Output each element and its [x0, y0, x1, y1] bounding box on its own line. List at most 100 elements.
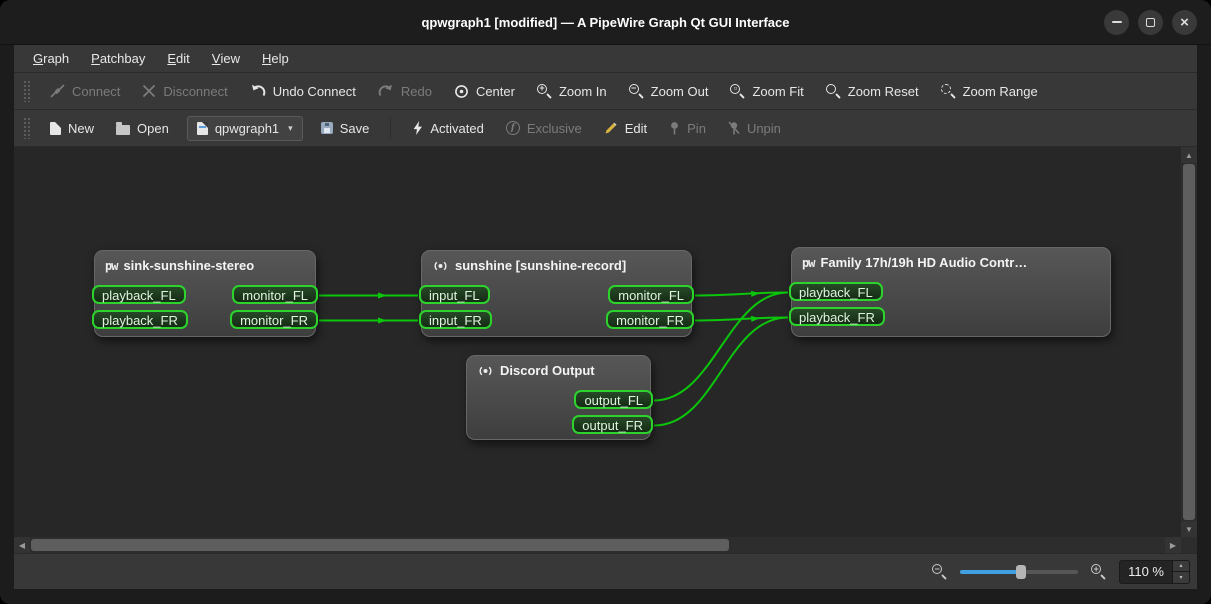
port-sink-playback-fr[interactable]: playback_FR [92, 310, 188, 329]
spin-buttons: ▴ ▾ [1172, 561, 1189, 583]
app-window: qpwgraph1 [modified] — A PipeWire Graph … [0, 0, 1211, 604]
connections-layer [14, 147, 1181, 537]
scroll-right-button[interactable]: ▶ [1165, 537, 1181, 553]
connect-icon [50, 84, 65, 98]
edit-button[interactable]: Edit [595, 115, 656, 142]
node-title: Family 17h/19h HD Audio Contr… [820, 255, 1027, 270]
zoom-out-status-icon[interactable]: − [932, 564, 947, 579]
redo-icon [378, 84, 394, 98]
zoom-percent-value[interactable]: 110 % [1120, 561, 1172, 583]
minimize-icon [1112, 21, 1122, 23]
node-header: pw sink-sunshine-stereo [95, 251, 315, 273]
spin-down-button[interactable]: ▾ [1173, 571, 1189, 583]
pipewire-icon: pw [802, 256, 814, 270]
zoom-slider-handle[interactable] [1016, 565, 1026, 579]
close-button[interactable]: × [1172, 10, 1197, 35]
port-sunshine-monitor-fl[interactable]: monitor_FL [608, 285, 694, 304]
zoom-in-status-icon[interactable]: + [1091, 564, 1106, 579]
window-controls: × [1104, 10, 1211, 35]
patchbay-file-icon [197, 122, 208, 135]
pin-button[interactable]: Pin [660, 115, 715, 142]
menu-help[interactable]: Help [251, 45, 300, 72]
zoom-fit-button[interactable]: ▫ Zoom Fit [721, 78, 812, 105]
center-button[interactable]: Center [445, 78, 524, 105]
center-icon [454, 84, 469, 99]
port-family-playback-fl[interactable]: playback_FL [789, 282, 883, 301]
window-body: Graph Patchbay Edit View Help Connect Di… [0, 45, 1211, 604]
link-arrow [378, 293, 387, 299]
unpin-icon [728, 121, 740, 135]
undo-connect-button[interactable]: Undo Connect [241, 78, 365, 105]
pipewire-icon: pw [105, 259, 117, 273]
activated-button[interactable]: Activated [403, 115, 492, 142]
open-folder-icon [116, 125, 130, 135]
maximize-icon [1146, 18, 1155, 27]
vertical-scrollbar-thumb[interactable] [1183, 164, 1195, 520]
port-discord-output-fl[interactable]: output_FL [574, 390, 653, 409]
toolbar-drag-handle[interactable] [23, 80, 30, 102]
zoom-reset-button[interactable]: Zoom Reset [817, 78, 928, 105]
port-sink-playback-fl[interactable]: playback_FL [92, 285, 186, 304]
disconnect-button[interactable]: Disconnect [133, 78, 236, 105]
zoom-out-icon: − [629, 84, 644, 99]
spin-up-button[interactable]: ▴ [1173, 561, 1189, 572]
menu-view[interactable]: View [201, 45, 251, 72]
port-sunshine-input-fl[interactable]: input_FL [419, 285, 490, 304]
menu-graph[interactable]: Graph [22, 45, 80, 72]
disconnect-icon [142, 84, 156, 98]
canvas-row: pw sink-sunshine-stereo playback_FL play… [14, 147, 1197, 537]
horizontal-scrollbar[interactable]: ◀ ▶ [14, 537, 1181, 553]
audio-device-icon [477, 364, 494, 378]
new-button[interactable]: New [41, 115, 103, 142]
port-sink-monitor-fr[interactable]: monitor_FR [230, 310, 318, 329]
connect-button[interactable]: Connect [41, 78, 129, 105]
port-family-playback-fr[interactable]: playback_FR [789, 307, 885, 326]
zoom-in-button[interactable]: + Zoom In [528, 78, 616, 105]
lightning-icon [412, 121, 423, 135]
minimize-button[interactable] [1104, 10, 1129, 35]
menu-edit[interactable]: Edit [156, 45, 200, 72]
zoom-slider-fill [960, 570, 1020, 574]
zoom-slider[interactable] [960, 562, 1078, 582]
redo-button[interactable]: Redo [369, 78, 441, 105]
node-header: Discord Output [467, 356, 650, 378]
menu-bar: Graph Patchbay Edit View Help [14, 45, 1197, 73]
link-arrow [378, 318, 387, 324]
toolbar-drag-handle-2[interactable] [23, 117, 30, 139]
exclusive-button[interactable]: f Exclusive [497, 115, 591, 142]
zoom-out-button[interactable]: − Zoom Out [620, 78, 718, 105]
zoom-percent-spinbox[interactable]: 110 % ▴ ▾ [1119, 560, 1190, 584]
port-sink-monitor-fl[interactable]: monitor_FL [232, 285, 318, 304]
scroll-down-button[interactable]: ▼ [1181, 521, 1197, 537]
audio-device-icon [432, 259, 449, 273]
scroll-left-button[interactable]: ◀ [14, 537, 30, 553]
node-header: pw Family 17h/19h HD Audio Contr… [792, 248, 1110, 270]
pin-icon [669, 121, 680, 135]
zoom-range-button[interactable]: Zoom Range [932, 78, 1047, 105]
node-title: sunshine [sunshine-record] [455, 258, 626, 273]
port-sunshine-monitor-fr[interactable]: monitor_FR [606, 310, 694, 329]
title-bar[interactable]: qpwgraph1 [modified] — A PipeWire Graph … [0, 0, 1211, 45]
open-button[interactable]: Open [107, 115, 178, 142]
patchbay-file-selector[interactable]: qpwgraph1 ▾ [187, 116, 303, 141]
port-discord-output-fr[interactable]: output_FR [572, 415, 653, 434]
exclusive-icon: f [506, 121, 520, 135]
vertical-scrollbar[interactable]: ▲ ▼ [1181, 147, 1197, 537]
maximize-button[interactable] [1138, 10, 1163, 35]
horizontal-scrollbar-thumb[interactable] [31, 539, 729, 551]
unpin-button[interactable]: Unpin [719, 115, 790, 142]
save-icon [321, 122, 333, 134]
pencil-icon [604, 121, 618, 135]
node-family-hd-audio[interactable]: pw Family 17h/19h HD Audio Contr… playba… [791, 247, 1111, 337]
status-bar: − + 110 % ▴ ▾ [14, 553, 1197, 589]
node-discord-output[interactable]: Discord Output output_FL output_FR [466, 355, 651, 440]
port-sunshine-input-fr[interactable]: input_FR [419, 310, 492, 329]
graph-canvas[interactable]: pw sink-sunshine-stereo playback_FL play… [14, 147, 1181, 537]
menu-patchbay[interactable]: Patchbay [80, 45, 156, 72]
save-button[interactable]: Save [312, 115, 379, 142]
node-sunshine[interactable]: sunshine [sunshine-record] input_FL inpu… [421, 250, 692, 337]
scroll-up-button[interactable]: ▲ [1181, 147, 1197, 163]
node-sink-sunshine-stereo[interactable]: pw sink-sunshine-stereo playback_FL play… [94, 250, 316, 337]
graph-toolbar: Connect Disconnect Undo Connect Redo [14, 73, 1197, 110]
toolbar-separator [390, 117, 391, 139]
